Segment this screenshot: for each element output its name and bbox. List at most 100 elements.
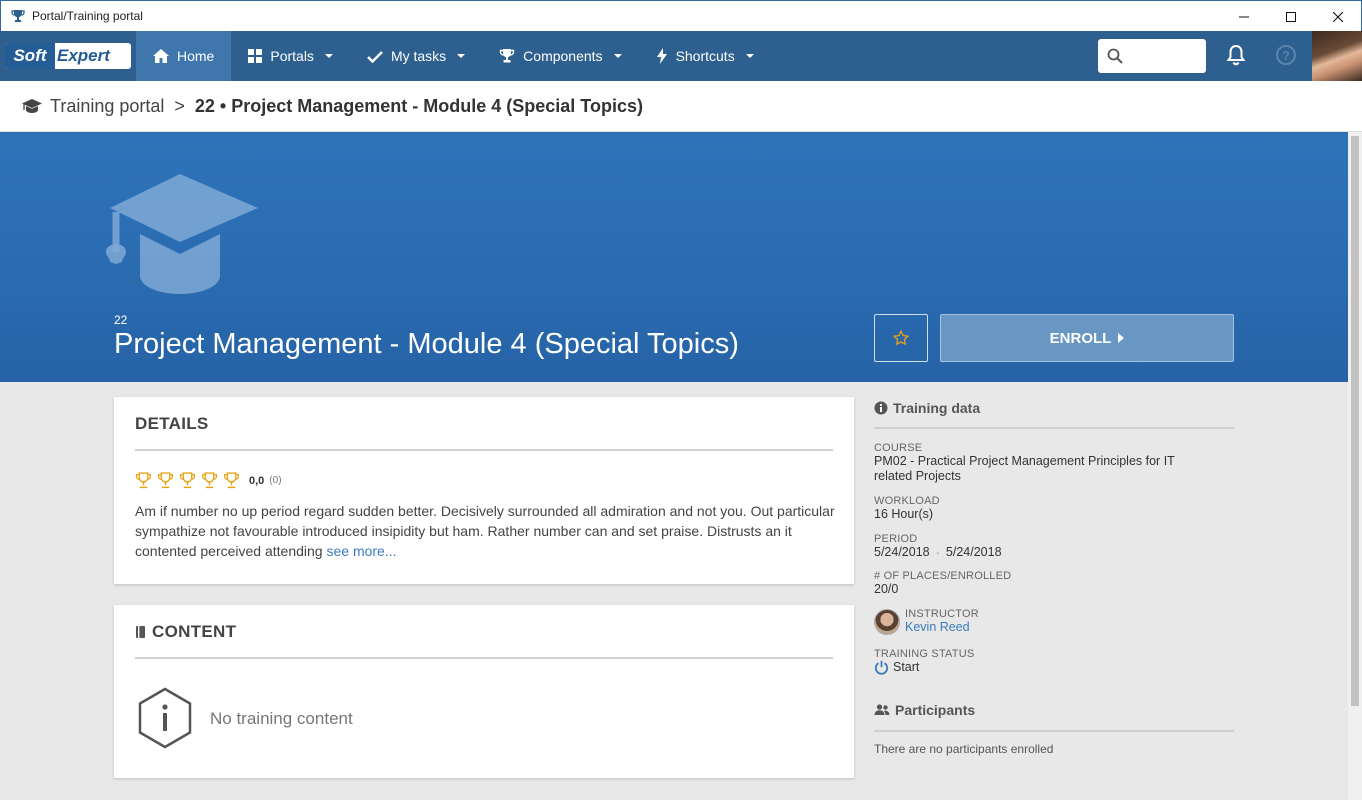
period-label: PERIOD	[874, 533, 918, 545]
bolt-icon	[656, 48, 667, 64]
nav-my-tasks[interactable]: My tasks	[350, 31, 482, 81]
places-label: # OF PLACES/ENROLLED	[874, 570, 1012, 582]
see-more-link[interactable]: see more...	[326, 543, 396, 559]
star-icon	[893, 330, 909, 346]
maximize-button[interactable]	[1267, 1, 1314, 32]
nav-home[interactable]: Home	[136, 31, 232, 81]
course-code: 22	[114, 313, 128, 327]
trophy-rating-icon[interactable]	[179, 472, 196, 489]
favorite-button[interactable]	[874, 314, 928, 362]
course-field: COURSE PM02 - Practical Project Manageme…	[874, 442, 1234, 484]
users-icon	[874, 704, 890, 715]
instructor-field: INSTRUCTOR Kevin Reed	[874, 608, 1234, 635]
instructor-avatar	[874, 608, 900, 635]
power-icon	[874, 660, 889, 675]
workload-field: WORKLOAD 16 Hour(s)	[874, 495, 1234, 522]
divider	[135, 657, 833, 659]
breadcrumb-separator: >	[174, 95, 185, 116]
chevron-down-icon	[745, 54, 754, 58]
graduation-cap-icon	[106, 174, 258, 294]
nav-portals-label: Portals	[270, 48, 314, 64]
trophy-icon	[499, 49, 515, 63]
content-heading-label: CONTENT	[152, 622, 237, 641]
nav-components-label: Components	[523, 48, 603, 64]
period-start: 5/24/2018	[874, 545, 930, 559]
maximize-icon	[1285, 11, 1296, 22]
trophy-rating-icon[interactable]	[223, 472, 240, 489]
divider	[874, 427, 1234, 429]
trophy-rating-icon[interactable]	[157, 472, 174, 489]
check-icon	[367, 50, 383, 63]
instructor-link[interactable]: Kevin Reed	[905, 620, 979, 635]
book-icon	[136, 626, 145, 638]
workload-label: WORKLOAD	[874, 495, 940, 507]
nav-home-label: Home	[177, 48, 215, 64]
chevron-down-icon	[613, 54, 622, 58]
instructor-label: INSTRUCTOR	[905, 608, 979, 620]
nav-portals[interactable]: Portals	[231, 31, 350, 81]
course-header: 22 Project Management - Module 4 (Specia…	[0, 132, 1348, 382]
period-field: PERIOD 5/24/2018 - 5/24/2018	[874, 533, 1234, 561]
info-hexagon-icon	[138, 687, 192, 749]
details-card: DETAILS 0,0 (0) Am if number no up perio…	[114, 397, 854, 584]
course-title: Project Management - Module 4 (Special T…	[114, 328, 739, 360]
workload-value: 16 Hour(s)	[874, 507, 934, 521]
rating-score: 0,0	[249, 474, 265, 487]
places-value: 20/0	[874, 582, 899, 596]
enroll-button[interactable]: ENROLL	[940, 314, 1234, 362]
page-scrollbar[interactable]	[1348, 132, 1362, 800]
trophy-rating-icon[interactable]	[135, 472, 152, 489]
status-text: Start	[893, 660, 920, 674]
rating-count: (0)	[269, 475, 282, 486]
scrollbar-thumb[interactable]	[1351, 136, 1359, 706]
description-text: Am if number no up period regard sudden …	[135, 503, 835, 559]
participants-title: Participants	[895, 702, 976, 718]
course-label: COURSE	[874, 442, 923, 454]
period-separator: -	[936, 548, 940, 559]
search-field[interactable]	[1098, 39, 1206, 73]
close-icon	[1332, 11, 1343, 22]
grid-icon	[248, 49, 263, 63]
training-data-panel: Training data COURSE PM02 - Practical Pr…	[874, 397, 1234, 756]
content-card: CONTENT No training content	[114, 605, 854, 778]
training-data-heading: Training data	[874, 400, 1234, 416]
notification-bell-icon[interactable]	[1226, 44, 1246, 66]
nav-shortcuts[interactable]: Shortcuts	[639, 31, 771, 81]
help-icon[interactable]: ?	[1276, 45, 1296, 65]
softexpert-logo[interactable]: Soft Expert	[5, 43, 131, 69]
no-participants-message: There are no participants enrolled	[874, 742, 1054, 756]
period-value: 5/24/2018 - 5/24/2018	[874, 545, 1234, 561]
breadcrumb-training-portal[interactable]: Training portal	[50, 96, 164, 117]
content-heading: CONTENT	[135, 622, 236, 642]
trophy-rating-icon[interactable]	[201, 472, 218, 489]
places-field: # OF PLACES/ENROLLED 20/0	[874, 570, 1234, 597]
course-value: PM02 - Practical Project Management Prin…	[874, 454, 1175, 483]
top-navigation: Soft Expert Home Portals My tasks Compon…	[0, 31, 1362, 81]
breadcrumb-current: 22 • Project Management - Module 4 (Spec…	[194, 95, 643, 116]
chevron-down-icon	[324, 54, 333, 58]
search-input[interactable]	[1127, 48, 1197, 64]
no-content-message: No training content	[210, 709, 353, 728]
window-title: Portal/Training portal	[32, 9, 143, 23]
minimize-icon	[1238, 16, 1249, 17]
course-description: Am if number no up period regard sudden …	[135, 501, 835, 561]
info-circle-icon	[874, 401, 888, 415]
divider	[874, 730, 1234, 732]
nav-shortcuts-label: Shortcuts	[675, 48, 735, 64]
chevron-down-icon	[457, 54, 466, 58]
status-field: TRAINING STATUS Start	[874, 648, 1234, 675]
search-icon	[1107, 48, 1123, 64]
enroll-label: ENROLL	[1049, 329, 1112, 347]
caret-right-icon	[1118, 333, 1125, 343]
details-heading: DETAILS	[135, 414, 209, 433]
nav-components[interactable]: Components	[482, 31, 638, 81]
status-label: TRAINING STATUS	[874, 648, 975, 660]
window-titlebar: Portal/Training portal	[0, 0, 1362, 31]
training-data-title: Training data	[893, 400, 981, 416]
close-button[interactable]	[1314, 1, 1361, 32]
user-avatar[interactable]	[1312, 31, 1362, 81]
rating: 0,0 (0)	[135, 472, 282, 489]
divider	[135, 449, 833, 451]
minimize-button[interactable]	[1220, 1, 1267, 32]
breadcrumb: Training portal > 22 • Project Managemen…	[0, 81, 1362, 132]
